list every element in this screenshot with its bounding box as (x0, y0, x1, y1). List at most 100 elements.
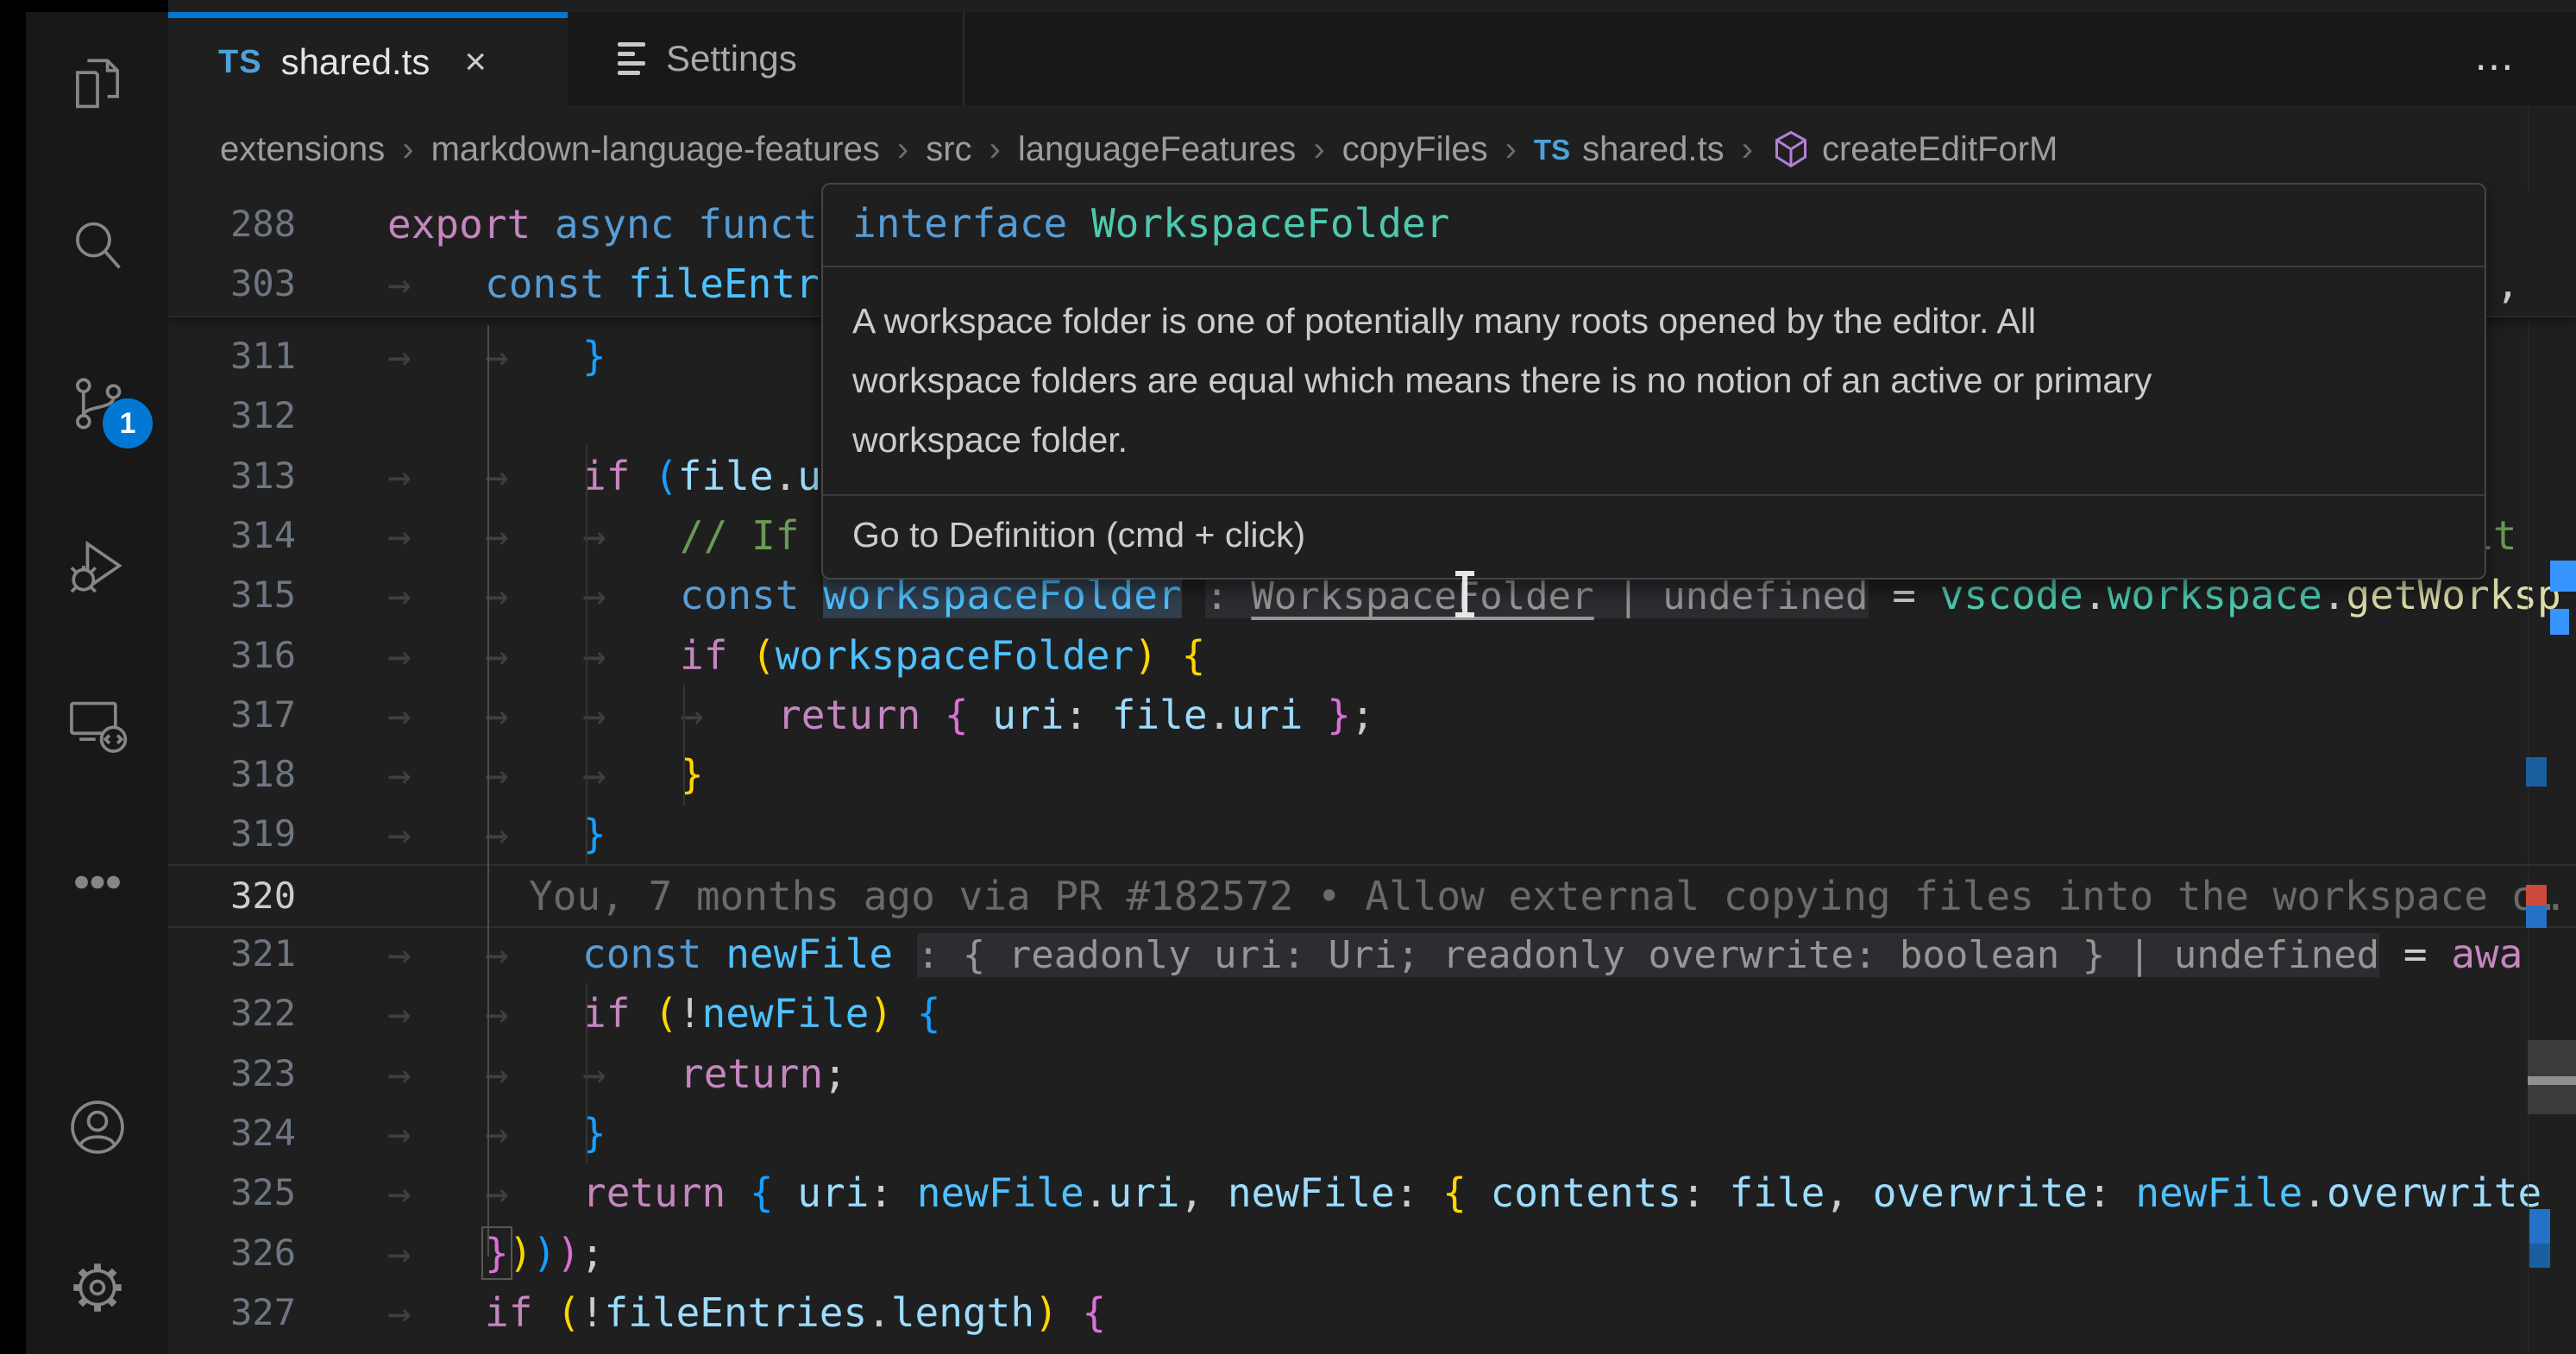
symbol-cube-icon (1770, 129, 1822, 172)
line-number[interactable]: 324 (168, 1103, 296, 1163)
line-number[interactable]: 323 (168, 1044, 296, 1104)
code-text[interactable]: →}))); (387, 1223, 2576, 1283)
code-text[interactable]: →→→return; (387, 1044, 2576, 1104)
line-number[interactable]: 288 (168, 194, 296, 254)
code-token (969, 692, 993, 738)
code-text[interactable]: You, 7 months ago via PR #182572 • Allow… (387, 866, 2576, 926)
code-token: . (2303, 1169, 2327, 1216)
breadcrumb-item[interactable]: languageFeatures (1018, 130, 1296, 169)
line-number[interactable]: 327 (168, 1282, 296, 1343)
line-number[interactable]: 315 (168, 565, 296, 625)
code-token: return (680, 1050, 823, 1097)
tab-whitespace-arrow: → (485, 505, 582, 566)
tab-whitespace-arrow: → (387, 505, 485, 566)
tab-shared-ts[interactable]: TS shared.ts × (168, 12, 568, 106)
code-token: ! (678, 990, 702, 1037)
code-token: , (1825, 1169, 1849, 1216)
code-token (893, 931, 917, 977)
code-text[interactable]: →→if (!newFile) { (387, 983, 2576, 1044)
code-token: u (797, 453, 821, 499)
line-number[interactable]: 311 (168, 326, 296, 386)
code-token: ) (556, 1230, 581, 1276)
breadcrumb-item[interactable]: copyFiles (1342, 130, 1488, 169)
code-token: ( (654, 990, 678, 1037)
line-number[interactable]: 318 (168, 744, 296, 805)
code-text[interactable]: →→→if (workspaceFolder) { (387, 625, 2576, 686)
close-icon[interactable]: × (464, 41, 487, 84)
code-token: export (387, 201, 531, 248)
overview-ruler-mark (2526, 885, 2547, 906)
line-number[interactable]: 319 (168, 804, 296, 864)
overview-ruler-mark (2550, 609, 2569, 635)
breadcrumb-item[interactable]: src (926, 130, 971, 169)
activity-remote-explorer-icon[interactable] (26, 675, 168, 775)
code-token (1158, 632, 1182, 679)
tab-whitespace-arrow: → (582, 685, 680, 745)
tab-whitespace-arrow: → (387, 446, 485, 506)
line-number[interactable]: 316 (168, 625, 296, 686)
tab-whitespace-arrow: → (680, 685, 777, 745)
tab-whitespace-arrow: → (387, 254, 485, 314)
code-line-324: 324 →→} (168, 1103, 2576, 1163)
breadcrumb-item[interactable]: markdown-language-features (431, 130, 880, 169)
code-token: const (680, 572, 799, 618)
code-token: newFile (1228, 1169, 1395, 1216)
tooltip-signature: interface WorkspaceFolder (823, 185, 2485, 266)
line-number[interactable]: 325 (168, 1163, 296, 1223)
code-text[interactable]: →→→→return { uri: file.uri }; (387, 685, 2576, 745)
overview-ruler-mark (2526, 757, 2547, 787)
breadcrumb-separator: › (1313, 130, 1324, 169)
code-text[interactable]: →→} (387, 804, 2576, 864)
overview-ruler-mark (2526, 906, 2547, 928)
tab-whitespace-arrow: → (485, 1163, 582, 1223)
code-text[interactable]: →→return { uri: newFile.uri, newFile: { … (387, 1163, 2576, 1223)
activity-explorer-icon[interactable] (26, 34, 168, 135)
tooltip-signature-token: interface (852, 200, 1091, 247)
tab-whitespace-arrow: → (387, 326, 485, 386)
indent-guide (683, 685, 685, 806)
code-text[interactable]: →→} (387, 1103, 2576, 1163)
code-token: = (2379, 931, 2451, 977)
line-number[interactable]: 322 (168, 983, 296, 1044)
vscode-window: 1 TS shared.ts × Settings ⋯ extensions › m… (0, 0, 2576, 1354)
code-token: workspaceFolder (776, 632, 1134, 679)
code-line-327: 327 →if (!fileEntries.length) { (168, 1282, 2576, 1343)
inlay-hint-type-link[interactable]: WorkspaceFolder (1251, 574, 1593, 618)
code-token: if (582, 990, 630, 1037)
tooltip-description: A workspace folder is one of potentially… (823, 267, 2485, 494)
activity-run-debug-icon[interactable] (26, 516, 168, 616)
line-number[interactable]: 303 (168, 254, 296, 314)
tab-settings[interactable]: Settings (568, 12, 964, 105)
code-token: : (1395, 1169, 1419, 1216)
breadcrumb-file[interactable]: shared.ts (1582, 130, 1725, 169)
activity-search-icon[interactable] (26, 196, 168, 296)
code-text[interactable]: →if (!fileEntries.length) { (387, 1282, 2576, 1343)
editor-more-actions-icon[interactable]: ⋯ (2474, 43, 2519, 90)
line-number[interactable]: 326 (168, 1223, 296, 1283)
line-number[interactable]: 313 (168, 446, 296, 506)
activity-settings-icon[interactable] (26, 1238, 168, 1338)
overview-ruler-mark (2529, 1244, 2550, 1268)
code-token: ; (581, 1230, 605, 1276)
tab-whitespace-arrow: → (485, 565, 582, 625)
activity-source-control-icon[interactable]: 1 (26, 354, 168, 454)
code-text[interactable]: →→→} (387, 744, 2576, 805)
tooltip-description-line: A workspace folder is one of potentially… (852, 291, 2455, 351)
breadcrumb-item[interactable]: extensions (220, 130, 385, 169)
code-token (531, 201, 555, 248)
code-token (1418, 1169, 1442, 1216)
line-number[interactable]: 312 (168, 386, 296, 446)
activity-account-icon[interactable] (26, 1077, 168, 1177)
line-number[interactable]: 321 (168, 924, 296, 984)
activity-more-views-icon[interactable] (26, 832, 168, 932)
tab-whitespace-arrow: → (387, 1103, 485, 1163)
go-to-definition-link[interactable]: Go to Definition (cmd + click) (823, 496, 2485, 578)
line-number[interactable]: 320 (168, 866, 296, 926)
code-text[interactable]: →→const newFile : { readonly uri: Uri; r… (387, 924, 2576, 986)
code-token: ( (654, 453, 678, 499)
line-number[interactable]: 314 (168, 505, 296, 566)
line-number[interactable]: 317 (168, 685, 296, 745)
typescript-file-icon: TS (1534, 134, 1570, 166)
breadcrumb-symbol[interactable]: createEditForM (1822, 130, 2058, 169)
breadcrumb-separator: › (402, 130, 413, 169)
